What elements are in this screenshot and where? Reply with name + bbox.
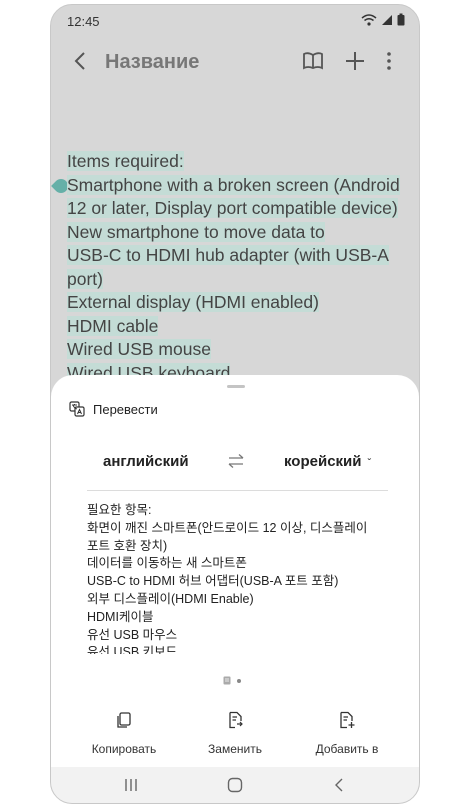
add-to-label: Добавить в [315, 742, 379, 756]
copy-icon [117, 712, 131, 728]
note-line: HDMI cable [67, 315, 159, 336]
translate-sheet: Перевести английский корейский ˇ 필요한 항목: … [51, 375, 419, 767]
note-title[interactable]: Название [105, 51, 199, 74]
battery-icon [397, 13, 405, 26]
phone-screen: 12:45 Название Items required: Smartphon… [50, 4, 420, 804]
copy-button[interactable]: Копировать [74, 711, 174, 756]
swap-languages-icon[interactable] [226, 451, 246, 471]
translate-header: Перевести [69, 401, 158, 417]
home-icon[interactable] [227, 777, 243, 793]
translated-line: HDMI케이블 [87, 609, 154, 624]
back-nav-icon[interactable] [331, 777, 347, 793]
translate-header-label: Перевести [93, 401, 158, 417]
app-bar: Название [51, 41, 419, 85]
replace-button[interactable]: Заменить [185, 711, 285, 756]
translated-line: 데이터를 이동하는 새 스마트폰 [87, 556, 247, 571]
wifi-icon [361, 13, 377, 26]
translated-line: 화면이 깨진 스마트폰(안드로이드 12 이상, 디스플레이 [87, 520, 368, 535]
replace-label: Заменить [208, 742, 262, 756]
translated-text[interactable]: 필요한 항목: 화면이 깨진 스마트폰(안드로이드 12 이상, 디스플레이 포… [87, 502, 387, 654]
target-language-label: корейский [284, 453, 362, 470]
reading-mode-icon[interactable] [301, 49, 325, 73]
add-to-note-icon [340, 711, 355, 729]
note-line: 12 or later, Display port compatible dev… [67, 198, 398, 218]
source-language-button[interactable]: английский [103, 453, 189, 470]
copy-label: Копировать [91, 742, 157, 756]
translated-line: 외부 디스플레이(HDMI Enable) [87, 591, 254, 606]
page-indicator-list-icon [223, 676, 231, 685]
status-icons [361, 13, 405, 26]
note-body[interactable]: Items required: Smartphone with a broken… [67, 150, 407, 385]
translated-line: USB-C to HDMI 허브 어댑터(USB-A 포트 포함) [87, 574, 339, 589]
note-line: port) [67, 268, 103, 289]
signal-icon [382, 14, 392, 25]
status-bar: 12:45 [51, 5, 419, 37]
back-arrow-icon[interactable] [69, 49, 93, 73]
note-line: Items required: [67, 151, 184, 171]
replace-icon [229, 711, 243, 729]
note-line: Wired USB mouse [67, 339, 211, 359]
more-options-icon[interactable] [377, 49, 401, 73]
system-nav-bar [51, 767, 419, 803]
chevron-down-icon: ˇ [367, 458, 371, 469]
translated-line: 포트 호환 장치) [87, 538, 168, 553]
translated-line: 필요한 항목: [87, 503, 152, 517]
recents-icon[interactable] [123, 777, 139, 793]
page-indicator [223, 676, 241, 685]
sheet-drag-handle[interactable] [227, 385, 245, 388]
translated-line: 유선 USB 마우스 [87, 627, 178, 642]
note-line: Smartphone with a broken screen (Android [67, 174, 400, 195]
note-line: New smartphone to move data to [67, 221, 325, 242]
status-time: 12:45 [67, 14, 100, 29]
translate-icon [69, 401, 85, 417]
action-bar: Копировать Заменить Добавить в [51, 711, 419, 761]
add-to-button[interactable]: Добавить в [297, 711, 397, 756]
note-line: USB-C to HDMI hub adapter (with USB-A [67, 245, 389, 265]
translated-line: 유선 USB 키보드 [87, 645, 178, 654]
target-language-button[interactable]: корейский ˇ [284, 453, 371, 470]
language-selector-row: английский корейский ˇ [51, 447, 419, 477]
note-line: External display (HDMI enabled) [67, 292, 319, 312]
add-icon[interactable] [343, 49, 367, 73]
page-indicator-dot [237, 678, 241, 683]
divider [87, 490, 388, 491]
